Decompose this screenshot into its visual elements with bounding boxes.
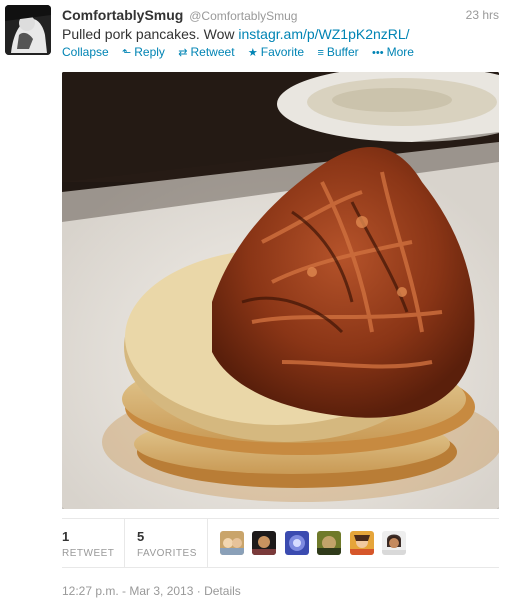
avatar[interactable]: [349, 531, 374, 555]
retweet-label: Retweet: [190, 45, 235, 59]
stats-divider: [207, 519, 208, 567]
tweet-timestamp[interactable]: 12:27 p.m. - Mar 3, 2013: [62, 584, 193, 598]
tweet-actions: Collapse ⬑ Reply ⇄ Retweet ★ Favorite ≡ Buff…: [62, 45, 424, 60]
avatar[interactable]: [382, 531, 407, 555]
favorite-label: Favorite: [260, 45, 305, 59]
avatar[interactable]: [317, 531, 342, 555]
tweet-footer: 12:27 p.m. - Mar 3, 2013 · Details: [62, 584, 241, 598]
retweet-count[interactable]: 1 RETWEET: [62, 529, 114, 561]
avatar[interactable]: [220, 531, 244, 555]
reply-arrow-icon: ⬑: [122, 47, 132, 59]
favorite-count-label: FAVORITES: [137, 548, 197, 559]
footer-separator: ·: [196, 584, 201, 598]
tweet-time[interactable]: 23 hrs: [466, 6, 499, 24]
user-fullname[interactable]: ComfortablySmug: [62, 7, 183, 23]
tweet-stats: 1 RETWEET 5 FAVORITES: [62, 518, 499, 568]
stats-divider: [124, 519, 125, 567]
details-link[interactable]: Details: [204, 584, 241, 598]
avatar[interactable]: [252, 531, 277, 555]
reply-button[interactable]: ⬑ Reply: [122, 45, 165, 60]
tweet-link[interactable]: instagr.am/p/WZ1pK2nzRL/: [238, 26, 409, 42]
buffer-label: Buffer: [326, 45, 359, 59]
buffer-stack-icon: ≡: [317, 47, 324, 59]
retweet-count-value: 1: [62, 529, 70, 544]
star-icon: ★: [247, 47, 258, 59]
tweet-photo[interactable]: [62, 72, 499, 509]
avatar[interactable]: [284, 531, 309, 555]
avatar[interactable]: [5, 5, 51, 55]
retweet-button[interactable]: ⇄ Retweet: [178, 45, 234, 60]
user-handle[interactable]: @ComfortablySmug: [189, 9, 297, 23]
retweet-icon: ⇄: [178, 47, 188, 59]
favorite-count-value: 5: [137, 529, 145, 544]
collapse-button[interactable]: Collapse: [62, 45, 109, 59]
reply-label: Reply: [134, 45, 165, 59]
tweet-body: Pulled pork pancakes. Wow: [62, 26, 239, 42]
more-button[interactable]: ••• More: [372, 45, 414, 60]
more-label: More: [386, 45, 414, 59]
retweet-count-label: RETWEET: [62, 548, 115, 559]
favorite-count[interactable]: 5 FAVORITES: [137, 529, 197, 561]
favoriters-avatars: [220, 531, 410, 555]
favorite-button[interactable]: ★ Favorite: [248, 45, 304, 60]
tweet-text: Pulled pork pancakes. Wow instagr.am/p/W…: [62, 25, 502, 43]
tweet-header: ComfortablySmug @ComfortablySmug 23 hrs: [62, 6, 502, 24]
ellipsis-icon: •••: [372, 47, 384, 59]
buffer-button[interactable]: ≡ Buffer: [317, 45, 358, 60]
